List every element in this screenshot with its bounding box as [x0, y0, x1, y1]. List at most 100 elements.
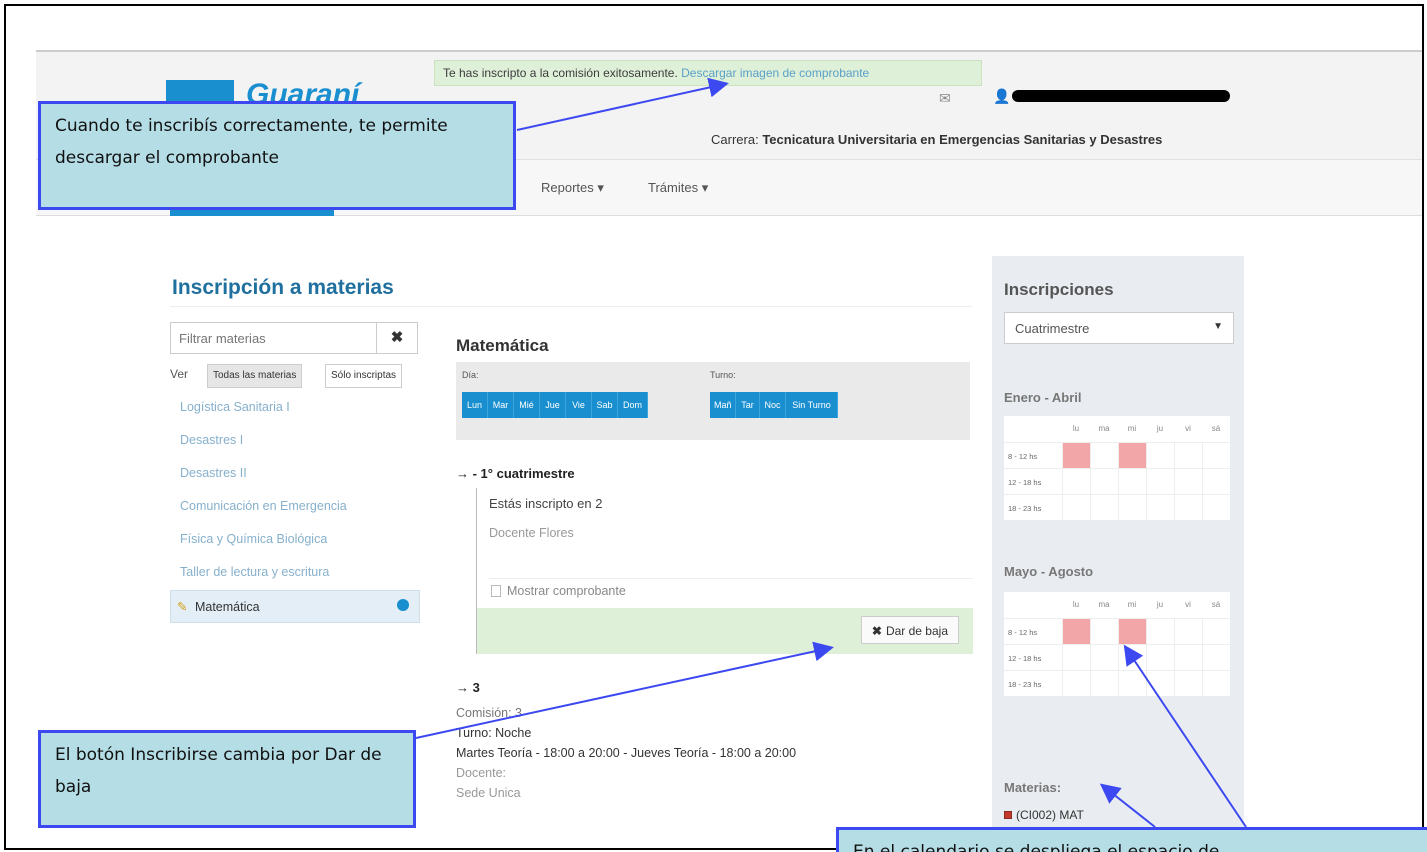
comision-line: Turno: Noche — [456, 726, 532, 740]
slot — [1202, 495, 1230, 521]
annotation-callout-calendar: En el calendario se despliega el espacio… — [836, 827, 1427, 852]
slot — [1118, 671, 1146, 697]
carrera-value: Tecnicatura Universitaria en Emergencias… — [762, 132, 1163, 147]
slot — [1062, 671, 1090, 697]
day-button[interactable]: Vie — [566, 392, 592, 418]
slot — [1090, 469, 1118, 495]
day-header: mi — [1127, 600, 1137, 609]
color-square-icon — [1004, 811, 1012, 819]
annotation-callout-baja: El botón Inscribirse cambia por Dar de b… — [38, 730, 416, 828]
calendar-title: Enero - Abril — [1004, 390, 1082, 405]
mail-icon[interactable]: ✉ — [939, 90, 951, 107]
day-header: vi — [1185, 600, 1191, 609]
day-turno-filters: Día: Turno: Lun Mar Mié Jue Vie Sab Dom … — [456, 362, 970, 440]
materia-item[interactable]: Desastres I — [170, 425, 420, 458]
day-header: ma — [1098, 424, 1110, 433]
day-header: lu — [1072, 424, 1080, 433]
redacted-user-name[interactable] — [1012, 90, 1230, 102]
inscripto-text: Estás inscripto en 2 — [489, 496, 603, 511]
comision-line: Docente: — [456, 766, 507, 780]
document-icon — [491, 585, 501, 597]
calendar-title: Mayo - Agosto — [1004, 564, 1094, 579]
busy-slot — [1118, 619, 1146, 645]
period-select-value: Cuatrimestre — [1015, 321, 1090, 336]
day-header: ma — [1098, 600, 1110, 609]
slot — [1146, 645, 1174, 671]
busy-slot — [1062, 619, 1090, 645]
clear-filter-icon[interactable]: ✖ — [377, 323, 417, 353]
slot — [1146, 671, 1174, 697]
slot — [1202, 443, 1230, 469]
calendar-row: 12 - 18 hs — [1004, 468, 1230, 495]
filter-box: ✖ — [170, 322, 418, 354]
slot — [1174, 619, 1202, 645]
slot — [1062, 469, 1090, 495]
user-icon: 👤 — [993, 88, 1011, 104]
slot — [1090, 443, 1118, 469]
comision-line: Martes Teoría - 18:00 a 20:00 - Jueves T… — [456, 746, 797, 760]
materia-item-selected[interactable]: ✎ Matemática — [170, 590, 420, 623]
nav-tramites[interactable]: Trámites ▾ — [648, 180, 708, 196]
slot — [1118, 495, 1146, 521]
day-button[interactable]: Sab — [592, 392, 618, 418]
slot — [1174, 645, 1202, 671]
day-button[interactable]: Dom — [618, 392, 648, 418]
day-button[interactable]: Lun — [462, 392, 488, 418]
day-header: sá — [1211, 600, 1221, 609]
materia-item[interactable]: Desastres II — [170, 458, 420, 491]
success-alert: Te has inscripto a la comisión exitosame… — [434, 60, 982, 86]
comision-inscripta: Estás inscripto en 2 Docente Flores Most… — [476, 488, 973, 654]
busy-slot — [1118, 443, 1146, 469]
slot — [1202, 671, 1230, 697]
calendar-row: 12 - 18 hs — [1004, 644, 1230, 671]
slot — [1174, 671, 1202, 697]
toggle-todas-materias[interactable]: Todas las materias — [207, 364, 303, 388]
carrera-info: Carrera: Tecnicatura Universitaria en Em… — [711, 132, 1162, 147]
download-receipt-link[interactable]: Descargar imagen de comprobante — [681, 66, 869, 80]
turno-button[interactable]: Sin Turno — [786, 392, 838, 418]
nav-reportes[interactable]: Reportes ▾ — [541, 180, 604, 196]
slot — [1174, 469, 1202, 495]
day-header: vi — [1185, 424, 1191, 433]
turno-button[interactable]: Mañ — [710, 392, 736, 418]
materia-item[interactable]: Taller de lectura y escritura — [170, 557, 420, 590]
inscripciones-sidebar: Inscripciones Cuatrimestre ▼ Enero - Abr… — [992, 256, 1244, 848]
materia-item[interactable]: Comunicación en Emergencia — [170, 491, 420, 524]
slot — [1174, 495, 1202, 521]
materia-item[interactable]: Logística Sanitaria I — [170, 392, 420, 425]
calendar-grid: lu ma mi ju vi sá 8 - 12 hs 12 - 18 hs 1… — [1004, 592, 1230, 697]
slot — [1146, 619, 1174, 645]
day-button[interactable]: Jue — [540, 392, 566, 418]
period-select[interactable]: Cuatrimestre ▼ — [1004, 312, 1234, 344]
toggle-solo-inscriptas[interactable]: Sólo inscriptas — [325, 364, 403, 388]
title-divider — [170, 306, 972, 307]
calendar-row: 8 - 12 hs — [1004, 442, 1230, 469]
slot — [1062, 645, 1090, 671]
day-header: ju — [1156, 424, 1164, 433]
day-button[interactable]: Mié — [514, 392, 540, 418]
mostrar-comprobante-link[interactable]: Mostrar comprobante — [491, 584, 626, 598]
materia-item[interactable]: Física y Química Biológica — [170, 524, 420, 557]
top-rule — [36, 50, 1422, 52]
ver-label: Ver — [170, 367, 189, 381]
materia-label: Matemática — [194, 600, 260, 614]
slot — [1118, 469, 1146, 495]
slot — [1146, 443, 1174, 469]
slot — [1090, 495, 1118, 521]
filter-materias-input[interactable] — [171, 323, 377, 353]
dar-de-baja-button[interactable]: ✖ Dar de baja — [860, 616, 959, 644]
day-button[interactable]: Mar — [488, 392, 514, 418]
day-header: ju — [1156, 600, 1164, 609]
slot — [1090, 619, 1118, 645]
calendar-header: lu ma mi ju vi sá — [1004, 416, 1230, 442]
materia-entry[interactable]: (CI002) MAT — [1004, 808, 1084, 822]
materias-title: Materias: — [1004, 780, 1062, 795]
turno-button[interactable]: Noc — [760, 392, 786, 418]
turno-button[interactable]: Tar — [736, 392, 760, 418]
turno-label: Turno: — [710, 370, 736, 380]
slot — [1118, 645, 1146, 671]
calendar-row: 8 - 12 hs — [1004, 618, 1230, 645]
slot-label: 8 - 12 hs — [1008, 628, 1038, 637]
slot-label: 18 - 23 hs — [1008, 504, 1042, 513]
materia-title: Matemática — [456, 336, 549, 355]
